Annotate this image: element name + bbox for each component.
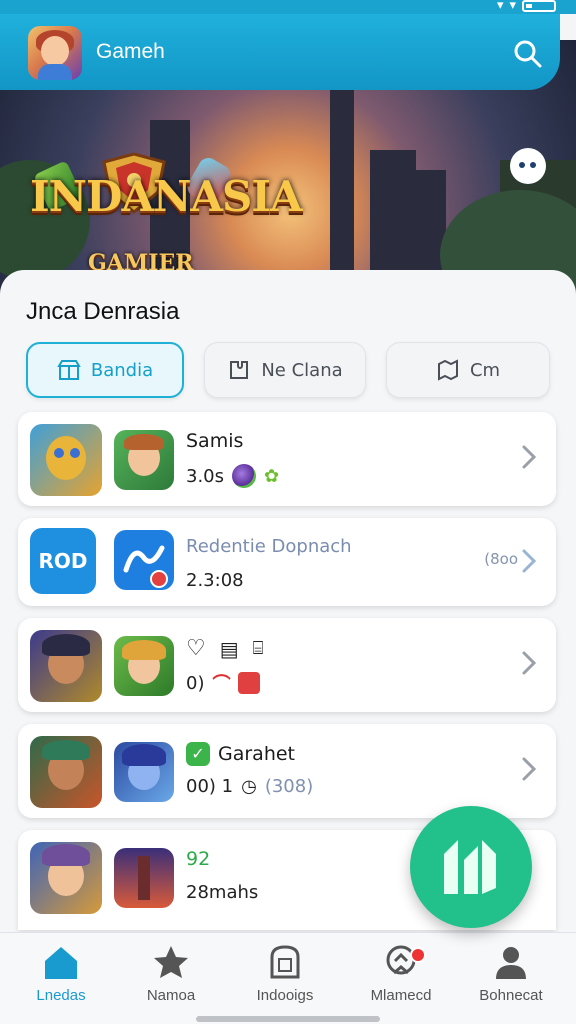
- home-icon: [45, 947, 77, 979]
- chevron-right-icon[interactable]: [520, 650, 538, 676]
- game-meta: 0) ⌒: [186, 670, 261, 696]
- game-thumbnail: [114, 430, 174, 490]
- section-title: Jnca Denrasia: [26, 298, 180, 325]
- game-meta-text: 2.3:08: [186, 570, 244, 591]
- game-thumbnail: [114, 742, 174, 802]
- list-icon[interactable]: ▤: [220, 637, 239, 661]
- chevron-right-icon[interactable]: [520, 548, 538, 574]
- chevron-right-icon[interactable]: [520, 444, 538, 470]
- floating-action-button[interactable]: [410, 806, 532, 928]
- gem-icon: [232, 464, 257, 488]
- game-card[interactable]: ♡ ▤ ⌸ 0) ⌒: [18, 618, 556, 712]
- game-thumbnail: [114, 636, 174, 696]
- game-meta-text: 00) 1: [186, 776, 234, 797]
- game-extra: (308): [264, 776, 314, 797]
- game-meta: 3.0s ✿: [186, 464, 279, 488]
- game-meta-text: 0): [186, 672, 205, 694]
- heart-icon[interactable]: ♡: [186, 636, 206, 661]
- game-card[interactable]: ✓ Garahet 00) 1 ◷ (308): [18, 724, 556, 818]
- game-meta-text: 28mahs: [186, 882, 259, 903]
- game-title: Garahet: [218, 743, 296, 765]
- app-title: Gameh: [96, 40, 165, 63]
- game-thumbnail: RОD: [30, 528, 96, 594]
- store-icon: [57, 360, 81, 380]
- nav-item-home[interactable]: Lnedas: [6, 943, 116, 1004]
- filter-label: Cm: [469, 359, 501, 381]
- timer-icon: ◷: [241, 776, 257, 797]
- game-card[interactable]: Samis 3.0s ✿: [18, 412, 556, 506]
- nav-label: Lnedas: [36, 987, 86, 1004]
- notification-badge: [410, 947, 426, 963]
- bottom-nav: Lnedas Namoa Indooigs Mlamecd Bohnecat: [0, 932, 576, 1024]
- map-icon: [437, 359, 458, 381]
- nav-item-map[interactable]: Mlamecd: [346, 943, 456, 1004]
- wifi-icon: ▾: [509, 0, 522, 13]
- filter-chip-cm[interactable]: Cm: [386, 342, 550, 398]
- nav-label: Indooigs: [256, 987, 314, 1004]
- filter-label: Bandia: [90, 359, 154, 381]
- nav-label: Bohnecat: [479, 987, 543, 1004]
- swap-icon: [444, 840, 496, 894]
- app-logo[interactable]: [28, 26, 82, 80]
- game-card[interactable]: RОD Redentie Dopnach 2.3:08 (8oo: [18, 518, 556, 606]
- filter-chip-ne-clana[interactable]: Ne Clana: [204, 342, 366, 398]
- gamepad-icon[interactable]: ⌸: [253, 638, 264, 659]
- game-title: Redentie Dopnach: [186, 536, 352, 557]
- game-title: 92: [186, 848, 211, 870]
- game-thumbnail: [30, 424, 102, 496]
- game-thumbnail: [114, 848, 174, 908]
- tile-label: RОD: [38, 549, 88, 573]
- chevron-right-icon[interactable]: [520, 756, 538, 782]
- home-indicator[interactable]: [196, 1016, 380, 1022]
- game-meta-text: 3.0s: [186, 465, 225, 487]
- signal-icon: ▾: [496, 0, 510, 13]
- wifi-icon: ⌒: [212, 674, 231, 695]
- hero-title: INDANASIA: [30, 172, 303, 221]
- gift-icon: [238, 672, 261, 694]
- nav-item-favorites[interactable]: Namoa: [116, 943, 226, 1004]
- game-extra: (8oo: [484, 550, 518, 568]
- search-icon[interactable]: [512, 38, 544, 70]
- status-bar: ▾▾: [0, 0, 576, 14]
- nav-label: Namoa: [146, 987, 196, 1004]
- game-thumbnail: [30, 630, 102, 702]
- game-title-row: ✓ Garahet: [186, 742, 295, 766]
- inbox-icon: [270, 945, 300, 979]
- game-thumbnail: [30, 842, 102, 914]
- game-thumbnail: [30, 736, 102, 808]
- game-thumbnail: [114, 530, 174, 590]
- chat-bubble-icon[interactable]: [510, 148, 546, 184]
- puzzle-icon: [230, 361, 249, 379]
- filter-label: Ne Clana: [261, 359, 343, 381]
- game-title: Samis: [186, 430, 244, 452]
- leaf-icon: ✿: [264, 465, 280, 487]
- nav-item-profile[interactable]: Bohnecat: [456, 943, 566, 1004]
- nav-item-inbox[interactable]: Indooigs: [230, 943, 340, 1004]
- battery-icon: [522, 0, 556, 12]
- filter-chip-bandia[interactable]: Bandia: [26, 342, 184, 398]
- star-icon: [154, 946, 188, 978]
- verified-icon: ✓: [186, 742, 210, 766]
- status-icons: ▾▾: [497, 0, 556, 13]
- profile-icon: [496, 947, 526, 979]
- game-meta: 00) 1 ◷ (308): [186, 776, 313, 797]
- game-icons-row: ♡ ▤ ⌸: [186, 636, 263, 661]
- nav-label: Mlamecd: [370, 987, 432, 1004]
- app-header: Gameh: [0, 14, 560, 90]
